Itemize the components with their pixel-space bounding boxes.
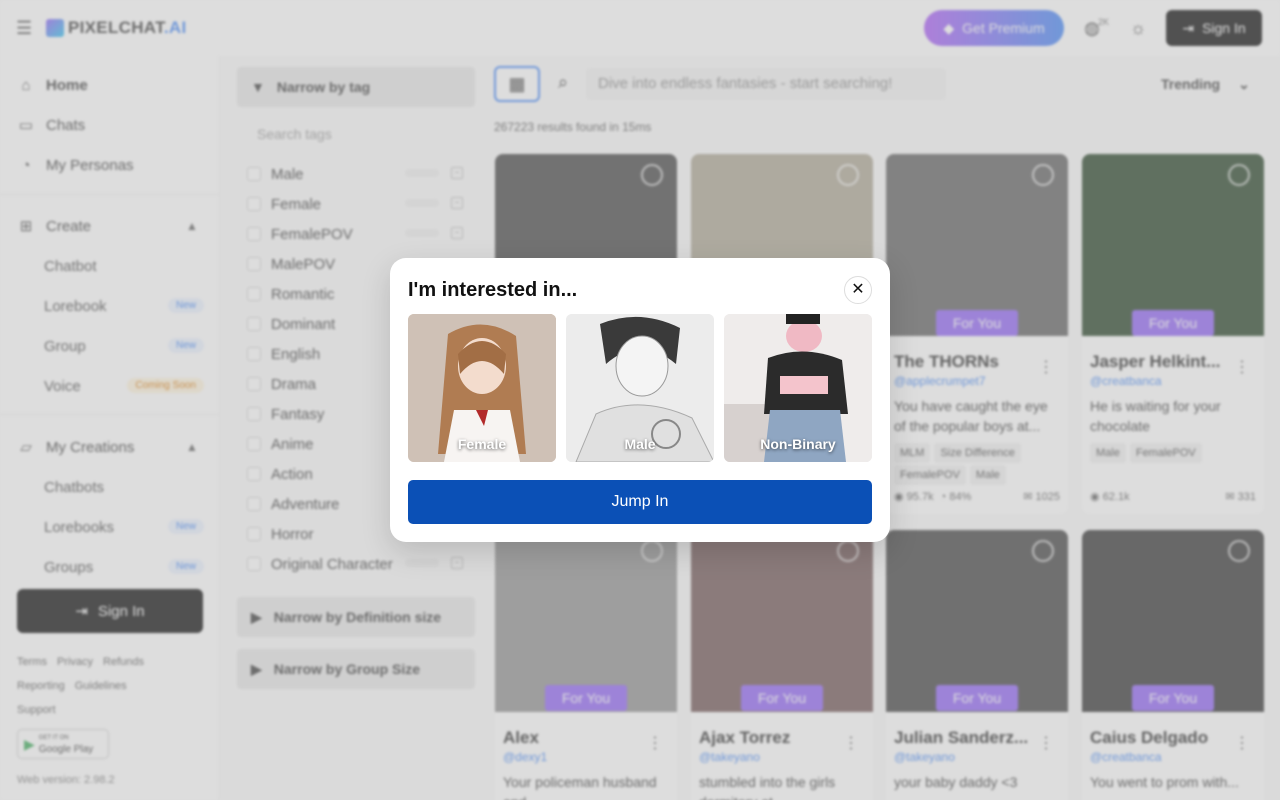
interest-modal: I'm interested in... ✕ Female Male Non-B… bbox=[390, 258, 890, 542]
option-label: Female bbox=[457, 436, 507, 452]
option-label: Male bbox=[624, 436, 656, 452]
modal-title: I'm interested in... bbox=[408, 279, 578, 301]
close-icon[interactable]: ✕ bbox=[844, 276, 872, 304]
option-label: Non-Binary bbox=[760, 436, 836, 452]
option-non-binary[interactable]: Non-Binary bbox=[724, 314, 872, 462]
option-male[interactable]: Male bbox=[566, 314, 714, 462]
option-female[interactable]: Female bbox=[408, 314, 556, 462]
jump-in-button[interactable]: Jump In bbox=[408, 480, 872, 524]
